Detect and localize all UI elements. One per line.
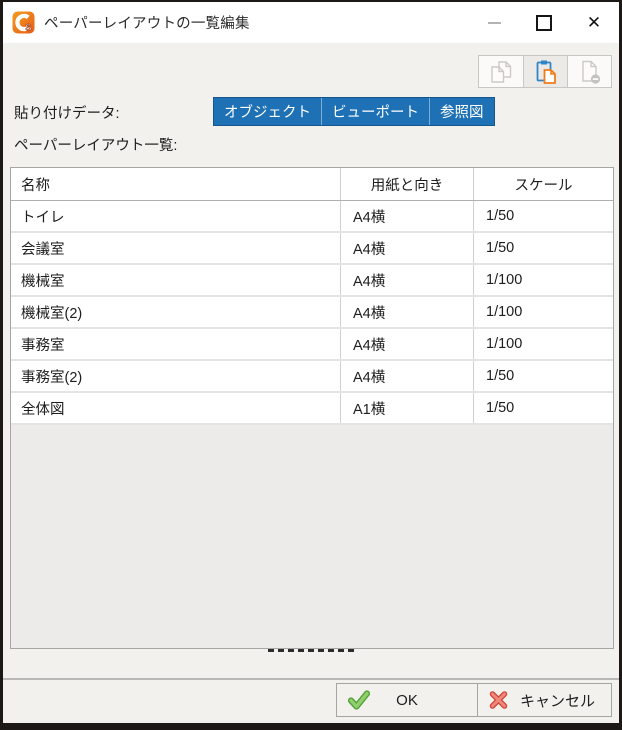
paste-button[interactable] [523,56,567,87]
svg-text:S: S [25,23,31,34]
layout-list-label: ペーパーレイアウト一覧: [14,134,177,155]
column-header-paper[interactable]: 用紙と向き [341,168,474,200]
cancel-label: キャンセル [520,690,595,711]
cell-paper: A1横 [341,393,474,423]
minimize-button[interactable] [469,2,519,43]
cell-scale: 1/100 [474,297,613,327]
cell-paper: A4横 [341,233,474,263]
footer-buttons: OK キャンセル [336,683,612,717]
option-reference-drawing[interactable]: 参照図 [429,98,494,125]
layout-table[interactable]: 名称 用紙と向き スケール トイレ A4横 1/50 会議室 A4横 1/50 … [10,167,614,649]
cell-name: 機械室 [11,265,341,295]
clipboard-toolbar [478,55,612,88]
footer-divider [3,678,619,680]
paste-data-label: 貼り付けデータ: [14,102,120,123]
cell-scale: 1/50 [474,233,613,263]
paste-data-options: オブジェクト ビューポート 参照図 [213,97,495,126]
option-object[interactable]: オブジェクト [214,98,321,125]
cross-icon [489,691,508,710]
minimize-icon [488,22,501,24]
table-row[interactable]: 事務室(2) A4横 1/50 [11,361,613,393]
app-logo-icon: S [12,11,35,34]
ok-button[interactable]: OK [337,684,477,716]
close-button[interactable]: ✕ [569,2,619,43]
table-row[interactable]: 機械室 A4横 1/100 [11,265,613,297]
title-bar: S ペーパーレイアウトの一覧編集 ✕ [3,2,619,43]
cell-paper: A4横 [341,265,474,295]
cell-scale: 1/100 [474,265,613,295]
cell-name: トイレ [11,201,341,231]
maximize-button[interactable] [519,2,569,43]
cell-paper: A4横 [341,201,474,231]
table-header-row: 名称 用紙と向き スケール [11,168,613,201]
paste-clipboard-icon [532,58,560,86]
copy-button[interactable] [479,56,523,87]
cell-paper: A4横 [341,361,474,391]
cell-name: 会議室 [11,233,341,263]
table-row[interactable]: 事務室 A4横 1/100 [11,329,613,361]
copy-pages-icon [487,59,515,85]
cell-name: 事務室(2) [11,361,341,391]
remove-page-button[interactable] [567,56,611,87]
column-header-scale[interactable]: スケール [474,168,613,200]
resize-grip[interactable] [268,649,354,652]
table-row[interactable]: トイレ A4横 1/50 [11,201,613,233]
check-icon [348,690,370,710]
table-row[interactable]: 全体図 A1横 1/50 [11,393,613,425]
cell-scale: 1/50 [474,361,613,391]
cell-paper: A4横 [341,329,474,359]
cell-name: 全体図 [11,393,341,423]
page-minus-icon [576,58,604,86]
cancel-button[interactable]: キャンセル [477,684,611,716]
table-row[interactable]: 機械室(2) A4横 1/100 [11,297,613,329]
cell-scale: 1/50 [474,393,613,423]
cell-name: 事務室 [11,329,341,359]
maximize-icon [536,15,552,31]
cell-paper: A4横 [341,297,474,327]
paper-layout-edit-dialog: S ペーパーレイアウトの一覧編集 ✕ [0,0,622,730]
ok-label: OK [396,692,418,709]
window-controls: ✕ [469,2,619,43]
cell-scale: 1/50 [474,201,613,231]
column-header-name[interactable]: 名称 [11,168,341,200]
table-row[interactable]: 会議室 A4横 1/50 [11,233,613,265]
close-icon: ✕ [587,14,601,31]
cell-name: 機械室(2) [11,297,341,327]
dialog-title: ペーパーレイアウトの一覧編集 [44,12,250,33]
cell-scale: 1/100 [474,329,613,359]
option-viewport[interactable]: ビューポート [321,98,429,125]
